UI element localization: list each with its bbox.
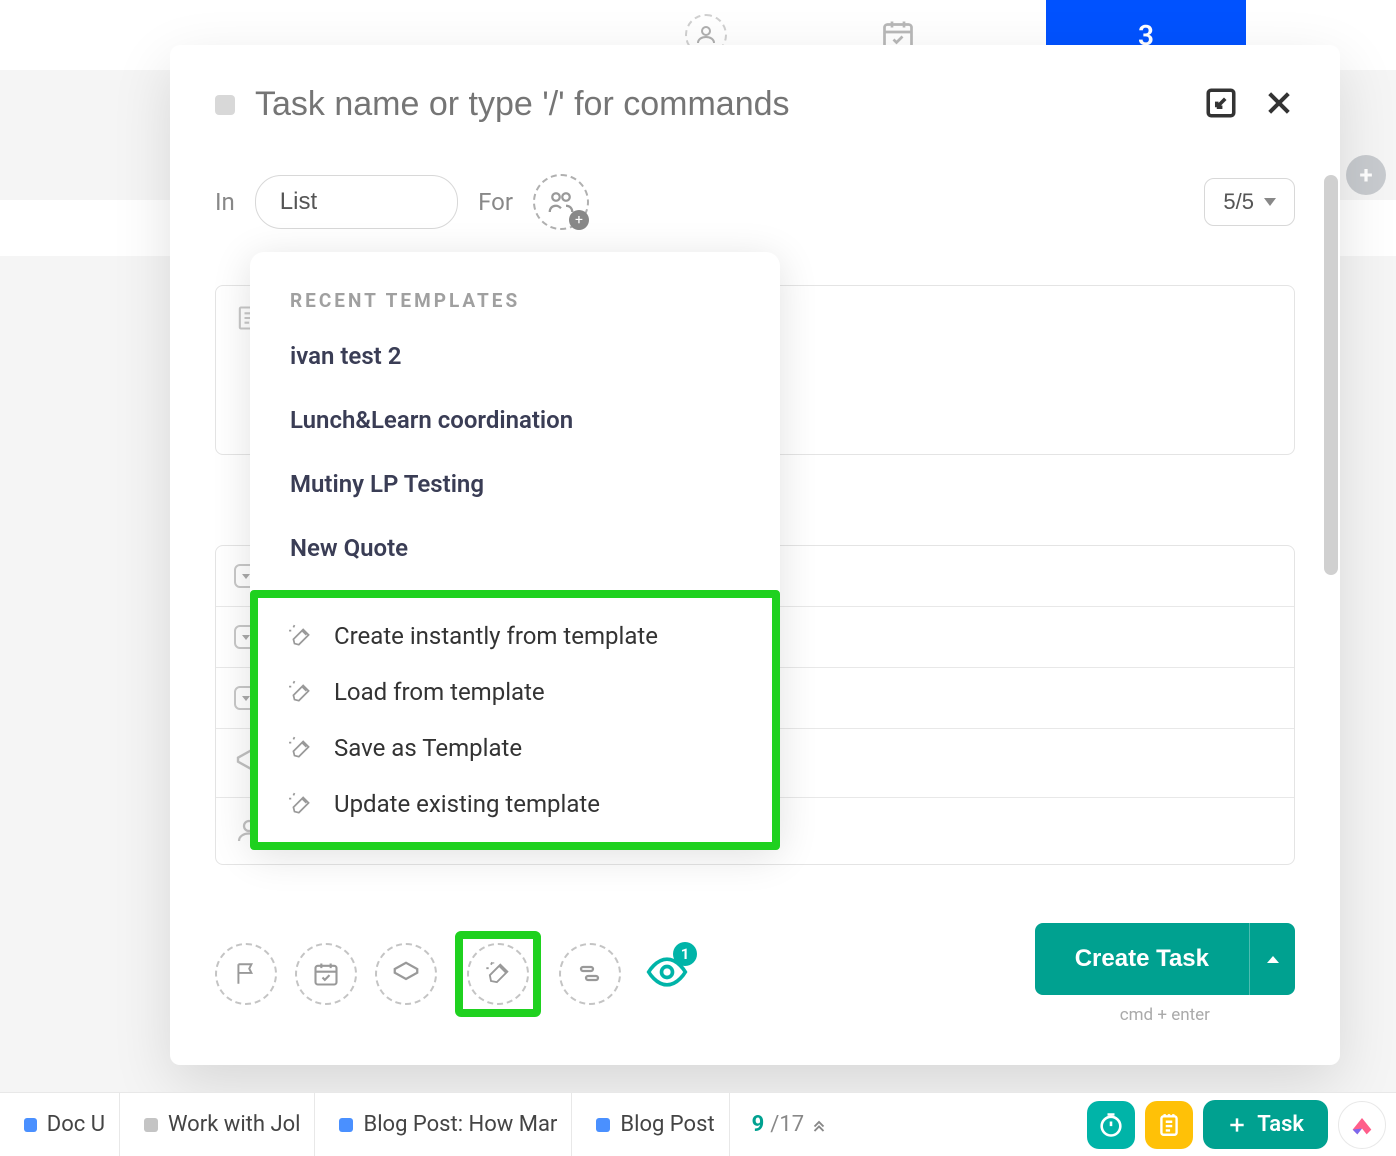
count-current: 9 [752, 1112, 765, 1137]
priority-tool-icon[interactable] [215, 943, 277, 1005]
caret-down-icon [1264, 198, 1276, 206]
watchers-count-badge: 1 [673, 942, 697, 966]
timer-button[interactable] [1087, 1101, 1135, 1149]
footer-tab[interactable]: Blog Post [582, 1093, 729, 1156]
recent-templates-heading: RECENT TEMPLATES [250, 277, 780, 324]
assignee-picker[interactable]: + [533, 174, 589, 230]
template-item[interactable]: ivan test 2 [250, 324, 780, 388]
create-from-template-action[interactable]: Create instantly from template [258, 608, 772, 664]
scrollbar-thumb[interactable] [1324, 175, 1338, 575]
count-total: /17 [770, 1112, 804, 1137]
for-label: For [478, 188, 513, 216]
wand-icon [288, 735, 314, 761]
footer-tab[interactable]: Blog Post: How Mar [325, 1093, 572, 1156]
template-item[interactable]: Mutiny LP Testing [250, 452, 780, 516]
add-column-button[interactable]: + [1346, 155, 1386, 195]
update-existing-template-action[interactable]: Update existing template [258, 776, 772, 832]
status-dot [24, 1118, 37, 1132]
status-dot [339, 1118, 353, 1132]
action-label: Create instantly from template [334, 622, 658, 650]
list-selector-button[interactable]: List [255, 175, 458, 229]
wand-icon [288, 623, 314, 649]
tags-tool-icon[interactable] [375, 943, 437, 1005]
expand-modal-icon[interactable] [1204, 86, 1238, 124]
save-as-template-action[interactable]: Save as Template [258, 720, 772, 776]
templates-tool-highlight [455, 931, 541, 1017]
template-item[interactable]: Lunch&Learn coordination [250, 388, 780, 452]
footer-bar: Doc U Work with Jol Blog Post: How Mar B… [0, 1092, 1396, 1156]
templates-tool-icon[interactable] [467, 943, 529, 1005]
collapse-icon [810, 1116, 828, 1134]
modal-bottom-toolbar: 1 Create Task cmd + enter [170, 923, 1340, 1025]
clickup-logo-icon [1348, 1111, 1376, 1139]
date-tool-icon[interactable] [295, 943, 357, 1005]
wand-icon [288, 679, 314, 705]
templates-dropdown: RECENT TEMPLATES ivan test 2 Lunch&Learn… [250, 252, 780, 850]
footer-tab[interactable]: Work with Jol [130, 1093, 315, 1156]
new-task-button[interactable]: Task [1203, 1100, 1328, 1149]
load-from-template-action[interactable]: Load from template [258, 664, 772, 720]
create-task-button[interactable]: Create Task [1035, 923, 1249, 995]
status-dot [144, 1118, 158, 1132]
subtask-count-button[interactable]: 5/5 [1204, 178, 1295, 226]
count-value: 5/5 [1223, 189, 1254, 215]
tab-label: Doc U [47, 1112, 105, 1137]
subtasks-tool-icon[interactable] [559, 943, 621, 1005]
action-label: Save as Template [334, 734, 522, 762]
app-logo-button[interactable] [1338, 1101, 1386, 1149]
close-icon[interactable] [1263, 87, 1295, 123]
action-label: Load from template [334, 678, 545, 706]
shortcut-hint: cmd + enter [1120, 1005, 1210, 1025]
wand-icon [288, 791, 314, 817]
action-label: Update existing template [334, 790, 600, 818]
create-task-dropdown-button[interactable] [1249, 923, 1295, 995]
footer-tab-count[interactable]: 9/17 [740, 1112, 840, 1137]
notepad-button[interactable] [1145, 1101, 1193, 1149]
watchers-button[interactable]: 1 [645, 950, 689, 998]
add-assignee-icon: + [569, 210, 589, 230]
tab-label: Blog Post: How Mar [363, 1112, 557, 1137]
template-item[interactable]: New Quote [250, 516, 780, 580]
button-label: Task [1257, 1112, 1304, 1137]
plus-icon [1227, 1115, 1247, 1135]
footer-tab[interactable]: Doc U [10, 1093, 120, 1156]
status-dot [596, 1118, 610, 1132]
status-indicator[interactable] [215, 95, 235, 115]
in-label: In [215, 188, 235, 216]
tab-label: Work with Jol [168, 1112, 300, 1137]
tab-label: Blog Post [620, 1112, 714, 1137]
task-name-input[interactable] [255, 85, 1184, 124]
template-actions-highlight: Create instantly from template Load from… [250, 590, 780, 850]
